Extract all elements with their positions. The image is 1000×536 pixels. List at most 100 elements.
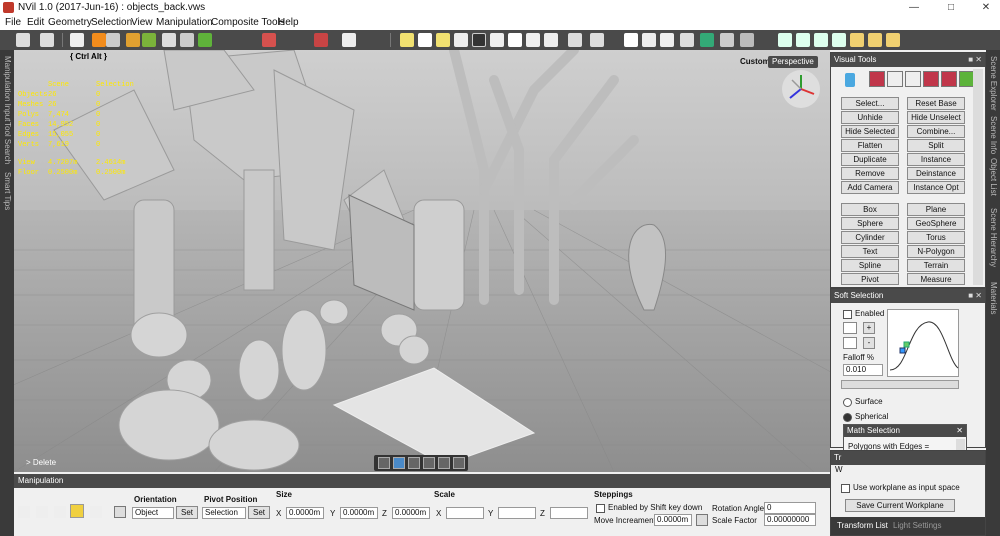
pivot-set-button[interactable]: Set (248, 506, 270, 519)
text-button[interactable]: Text (841, 245, 899, 258)
panel-controls-icon[interactable]: ■ ✕ (968, 53, 982, 67)
face-mode-icon[interactable] (436, 33, 450, 47)
select-tool-icon[interactable] (18, 506, 30, 518)
universal-tool-icon[interactable] (90, 506, 102, 518)
checker-icon[interactable] (508, 33, 522, 47)
menu-geometry[interactable]: Geometry (48, 17, 92, 28)
view-icon[interactable] (642, 33, 656, 47)
view-mode-label[interactable]: Custom (740, 57, 770, 66)
select-button[interactable]: Select... (841, 97, 899, 110)
hide-selected-button[interactable]: Hide Selected (841, 125, 899, 138)
hide-unselect-button[interactable]: Hide Unselect (907, 111, 965, 124)
tab-transform-list[interactable]: Transform List (837, 521, 888, 530)
terrain-button[interactable]: Terrain (907, 259, 965, 272)
camera-icon[interactable] (660, 33, 674, 47)
tab-smart-tips[interactable]: Smart Tips (0, 172, 14, 210)
measure-button[interactable]: Measure (907, 273, 965, 285)
sphere-tool-icon[interactable] (92, 33, 106, 47)
menu-selection[interactable]: Selection (91, 17, 132, 28)
spherical-radio[interactable] (843, 413, 852, 422)
layout-1-icon[interactable] (778, 33, 792, 47)
snap-icon[interactable] (490, 33, 504, 47)
add-camera-button[interactable]: Add Camera (841, 181, 899, 194)
transform-field[interactable]: W (833, 465, 843, 477)
orientation-gizmo-icon[interactable] (782, 70, 820, 108)
lock-view-icon[interactable] (438, 457, 450, 469)
texture-icon[interactable] (142, 33, 156, 47)
grid-snap-icon[interactable] (114, 506, 126, 518)
use-workplane-checkbox[interactable] (841, 484, 850, 493)
zoom-icon[interactable] (70, 33, 84, 47)
scale-tool-icon[interactable] (70, 504, 84, 518)
scale-factor-input[interactable]: 0.00000000 (764, 514, 816, 526)
deinstance-button[interactable]: Deinstance (907, 167, 965, 180)
wire-toggle-icon[interactable] (408, 457, 420, 469)
material-icon[interactable] (126, 33, 140, 47)
size-y-input[interactable]: 0.0000m (340, 507, 378, 519)
cylinder-button[interactable]: Cylinder (841, 231, 899, 244)
orientation-set-button[interactable]: Set (176, 506, 198, 519)
orientation-select[interactable]: Object (132, 507, 174, 519)
cube-red-2-icon[interactable] (923, 71, 939, 87)
shift-enabled-checkbox[interactable] (596, 504, 605, 513)
frame-icon[interactable] (624, 33, 638, 47)
menu-composite-tools[interactable]: Composite Tools (211, 17, 285, 28)
edge-mode-icon[interactable] (418, 33, 432, 47)
smooth-curve-icon[interactable] (843, 337, 857, 349)
menu-help[interactable]: Help (278, 17, 299, 28)
home-view-icon[interactable] (423, 457, 435, 469)
remove-button[interactable]: Remove (841, 167, 899, 180)
tab-scene-hierarchy[interactable]: Scene Hierarchy (986, 208, 1000, 267)
scale-z-input[interactable] (550, 507, 588, 519)
tab-object-list[interactable]: Object List (986, 158, 1000, 196)
grid-toggle-icon[interactable] (378, 457, 390, 469)
close-icon[interactable]: ✕ (972, 0, 1000, 16)
soft-selection-enabled-checkbox[interactable] (843, 310, 852, 319)
mirror-icon[interactable] (544, 33, 558, 47)
visual-tools-scrollbar[interactable] (973, 69, 983, 285)
paint-icon[interactable] (198, 33, 212, 47)
surface-radio[interactable] (843, 398, 852, 407)
camera-selector[interactable]: Perspective (768, 56, 818, 68)
spline-button[interactable]: Spline (841, 259, 899, 272)
size-x-input[interactable]: 0.0000m (286, 507, 324, 519)
falloff-curve-graph[interactable] (887, 309, 959, 377)
undo-icon[interactable] (16, 33, 30, 47)
maximize-icon[interactable]: □ (937, 0, 965, 16)
cube-red-3-icon[interactable] (941, 71, 957, 87)
combine-button[interactable]: Combine... (907, 125, 965, 138)
shading-icon[interactable] (740, 33, 754, 47)
cube-red-icon[interactable] (869, 71, 885, 87)
box-button[interactable]: Box (841, 203, 899, 216)
layout-2-icon[interactable] (796, 33, 810, 47)
folder-open-icon[interactable] (850, 33, 864, 47)
layout-4-icon[interactable] (832, 33, 846, 47)
scale-x-input[interactable] (446, 507, 484, 519)
layout-3-icon[interactable] (814, 33, 828, 47)
remove-point-icon[interactable]: - (863, 337, 875, 349)
cube-wire-icon[interactable] (905, 71, 921, 87)
save-workplane-button[interactable]: Save Current Workplane (845, 499, 955, 512)
minimize-icon[interactable]: — (900, 0, 928, 16)
linear-curve-icon[interactable] (843, 322, 857, 334)
redo-icon[interactable] (40, 33, 54, 47)
tab-tool-search[interactable]: Tool Search (0, 122, 14, 164)
sphere-button[interactable]: Sphere (841, 217, 899, 230)
floor-toggle-icon[interactable] (393, 457, 405, 469)
arrow-icon[interactable] (568, 33, 582, 47)
render-icon[interactable] (262, 33, 276, 47)
close-icon[interactable]: ✕ (956, 425, 963, 437)
menu-view[interactable]: View (131, 17, 153, 28)
rotate-tool-icon[interactable] (54, 506, 66, 518)
lasso-icon[interactable] (342, 33, 356, 47)
falloff-slider[interactable] (841, 380, 959, 389)
instance-button[interactable]: Instance (907, 153, 965, 166)
tab-scene-info[interactable]: Scene Info (986, 116, 1000, 154)
n-polygon-button[interactable]: N-Polygon (907, 245, 965, 258)
refresh-icon[interactable] (180, 33, 194, 47)
move-increment-input[interactable]: 0.0000m (654, 514, 692, 526)
duplicate-button[interactable]: Duplicate (841, 153, 899, 166)
panel-controls-icon[interactable]: ■ ✕ (968, 289, 982, 303)
rotation-angle-input[interactable]: 0 (764, 502, 816, 514)
vertex-mode-icon[interactable] (400, 33, 414, 47)
